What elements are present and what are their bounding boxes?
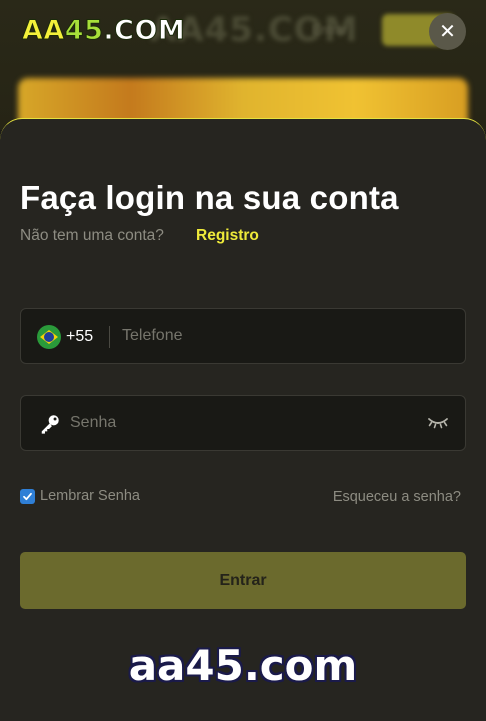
register-link[interactable]: Registro (196, 227, 259, 245)
remember-checkbox[interactable] (20, 488, 35, 504)
field-divider (109, 326, 110, 348)
eye-closed-icon[interactable] (427, 416, 449, 430)
key-icon (41, 415, 59, 434)
close-icon: ✕ (439, 20, 456, 43)
logo-domain: .COM (103, 15, 186, 47)
watermark: aa45.com (128, 641, 358, 690)
phone-input[interactable] (122, 309, 452, 363)
logo-aa: AA (22, 15, 65, 47)
no-account-text: Não tem uma conta? (20, 227, 164, 244)
forgot-password-link[interactable]: Esqueceu a senha? (333, 489, 461, 505)
password-input[interactable] (70, 396, 420, 450)
background-link: Entrar (312, 22, 348, 37)
login-button[interactable]: Entrar (20, 552, 466, 609)
brazil-flag-icon[interactable] (37, 325, 61, 349)
country-code[interactable]: +55 (66, 328, 93, 346)
site-logo: AA45.COM (22, 15, 186, 47)
password-field[interactable] (20, 395, 466, 451)
remember-label: Lembrar Senha (40, 488, 140, 504)
logo-number: 45 (64, 15, 104, 47)
page-title: Faça login na sua conta (20, 179, 399, 216)
phone-field[interactable]: +55 (20, 308, 466, 364)
login-sheet: Faça login na sua conta Não tem uma cont… (0, 118, 486, 721)
remember-password[interactable]: Lembrar Senha (20, 488, 140, 504)
close-button[interactable]: ✕ (429, 13, 466, 50)
checkmark-icon (23, 492, 32, 500)
